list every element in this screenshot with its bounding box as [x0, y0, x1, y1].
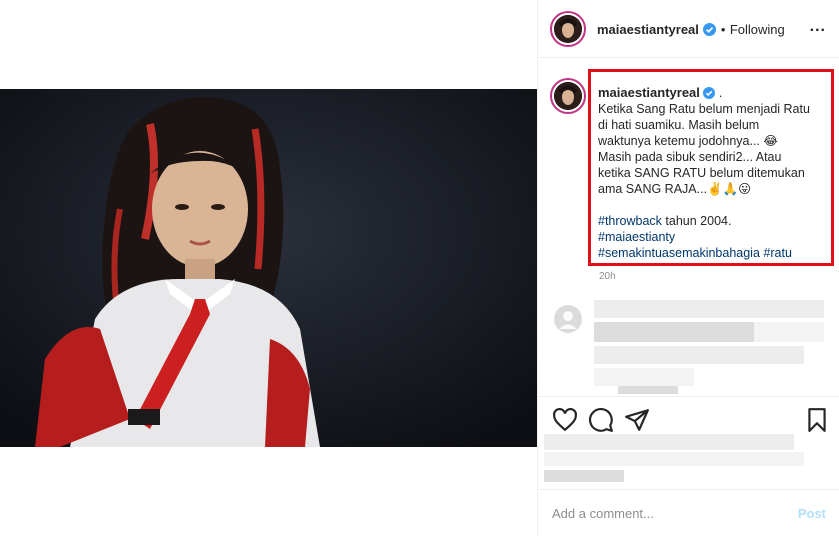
- verified-badge-icon: [703, 23, 717, 36]
- post-media: [0, 0, 537, 536]
- author-avatar[interactable]: [550, 11, 586, 47]
- more-options-icon[interactable]: ...: [810, 18, 826, 36]
- post-photo[interactable]: [0, 89, 537, 447]
- post-comment-button[interactable]: Post: [798, 506, 826, 521]
- caption-author-avatar[interactable]: [550, 78, 586, 114]
- post-header: maiaestiantyreal • Following ...: [538, 0, 839, 58]
- author-username[interactable]: maiaestiantyreal: [597, 22, 699, 37]
- comment-input[interactable]: Add a comment...: [552, 506, 654, 521]
- post-timestamp[interactable]: 20h: [599, 271, 616, 282]
- share-icon[interactable]: [624, 407, 650, 433]
- comment-icon[interactable]: [588, 407, 614, 433]
- separator-dot: •: [720, 22, 726, 37]
- post-photo-image: [0, 89, 537, 447]
- caption-highlight-box: [588, 69, 834, 266]
- default-avatar-icon: [554, 305, 582, 333]
- bookmark-icon[interactable]: [804, 407, 830, 433]
- heart-icon[interactable]: [552, 407, 578, 433]
- following-button[interactable]: Following: [730, 22, 785, 37]
- comment-bar: Add a comment... Post: [538, 489, 839, 536]
